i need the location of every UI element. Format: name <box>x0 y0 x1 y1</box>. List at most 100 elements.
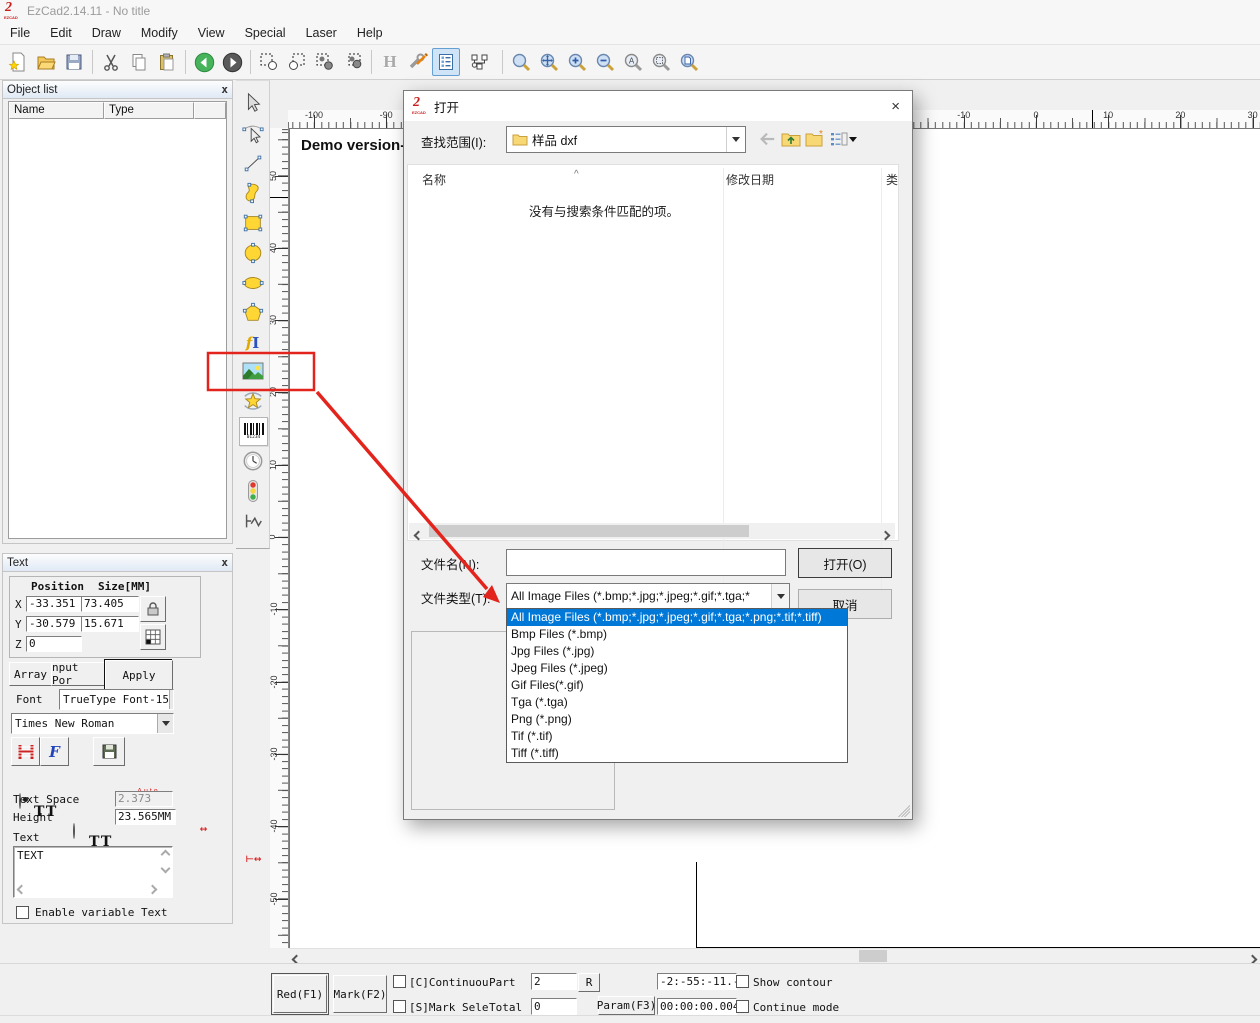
file-list-view[interactable]: 名称 ^ 修改日期 类 没有与搜索条件匹配的项。 <box>407 164 899 541</box>
bitmap-tool[interactable] <box>239 357 266 384</box>
file-type-option[interactable]: Jpg Files (*.jpg) <box>507 643 847 660</box>
char-space-center-radio[interactable] <box>73 823 75 839</box>
enable-variable-text-checkbox[interactable] <box>16 906 29 919</box>
dialog-title-bar[interactable]: 2 EZCAD 打开 × <box>404 91 912 121</box>
font-style-button[interactable]: F <box>40 737 69 766</box>
dialog-close-icon[interactable]: × <box>891 98 900 115</box>
save-font-params-button[interactable] <box>93 737 125 766</box>
nav-back-button[interactable] <box>756 128 778 150</box>
column-header-blank[interactable] <box>194 102 226 119</box>
text-panel-close-icon[interactable]: x <box>221 556 228 569</box>
ellipse-tool[interactable] <box>239 269 266 296</box>
font-name-dropdown-button[interactable] <box>157 714 173 733</box>
menu-file[interactable]: File <box>0 23 40 43</box>
hatch-button[interactable]: H <box>376 48 404 76</box>
input-port-button[interactable]: nput Por <box>51 662 105 686</box>
node-hierarchy-button[interactable] <box>466 48 494 76</box>
mark-button[interactable]: Mark(F2) <box>333 975 387 1013</box>
rectangle-tool[interactable] <box>239 209 266 236</box>
column-header-type[interactable]: Type <box>104 102 194 119</box>
menu-special[interactable]: Special <box>235 23 296 43</box>
scroll-right-icon[interactable] <box>148 885 158 895</box>
z-position-field[interactable]: 0 <box>26 636 82 652</box>
file-type-option[interactable]: Tga (*.tga) <box>507 694 847 711</box>
object-list-toggle-button[interactable] <box>432 48 460 76</box>
line-tool[interactable] <box>239 149 266 176</box>
curve-tool[interactable] <box>239 179 266 206</box>
menu-edit[interactable]: Edit <box>40 23 82 43</box>
show-contour-checkbox[interactable] <box>736 975 749 988</box>
object-list-table[interactable]: Name Type <box>8 101 227 539</box>
open-button[interactable] <box>32 48 60 76</box>
look-in-dropdown-button[interactable] <box>726 127 745 152</box>
x-size-field[interactable]: 73.405 <box>81 596 139 612</box>
scroll-down-icon[interactable] <box>161 864 171 874</box>
select-mode-1-button[interactable] <box>255 48 283 76</box>
new-folder-button[interactable]: * <box>804 128 826 150</box>
y-size-field[interactable]: 15.671 <box>81 616 139 632</box>
file-type-option[interactable]: Jpeg Files (*.jpeg) <box>507 660 847 677</box>
file-type-combobox[interactable]: All Image Files (*.bmp;*.jpg;*.jpeg;*.gi… <box>506 583 790 609</box>
total-count-field[interactable]: 0 <box>531 998 577 1015</box>
select-mode-3-button[interactable] <box>311 48 339 76</box>
file-type-option[interactable]: Gif Files(*.gif) <box>507 677 847 694</box>
file-type-option[interactable]: Bmp Files (*.bmp) <box>507 626 847 643</box>
select-tool[interactable] <box>239 89 266 116</box>
font-name-combobox[interactable]: Times New Roman <box>11 713 174 734</box>
red-light-button[interactable]: Red(F1) <box>273 975 327 1013</box>
zoom-page-button[interactable] <box>675 48 703 76</box>
barcode-tool[interactable]: 01234 <box>239 417 268 446</box>
zoom-normal-button[interactable] <box>507 48 535 76</box>
reset-count-button[interactable]: R <box>578 973 600 992</box>
file-name-input[interactable] <box>506 549 786 576</box>
scrollbar-thumb[interactable] <box>429 525 749 537</box>
circle-tool[interactable] <box>239 239 266 266</box>
zoom-pan-button[interactable] <box>535 48 563 76</box>
menu-help[interactable]: Help <box>347 23 393 43</box>
save-button[interactable] <box>60 48 88 76</box>
new-button[interactable] <box>4 48 32 76</box>
select-mode-2-button[interactable] <box>283 48 311 76</box>
select-mode-4-button[interactable] <box>339 48 367 76</box>
menu-laser[interactable]: Laser <box>296 23 347 43</box>
hatch-text-button[interactable] <box>11 737 40 766</box>
menu-view[interactable]: View <box>188 23 235 43</box>
file-type-option[interactable]: Tif (*.tif) <box>507 728 847 745</box>
file-type-option[interactable]: All Image Files (*.bmp;*.jpg;*.jpeg;*.gi… <box>507 609 847 626</box>
menu-draw[interactable]: Draw <box>82 23 131 43</box>
font-type-dropdown-button[interactable] <box>169 690 174 709</box>
node-edit-tool[interactable] <box>239 119 266 146</box>
input-port-tool[interactable] <box>239 507 266 534</box>
open-button[interactable]: 打开(O) <box>798 548 892 578</box>
zoom-in-button[interactable] <box>563 48 591 76</box>
scroll-left-icon[interactable] <box>415 528 422 542</box>
look-in-combobox[interactable]: 样品 dxf <box>506 126 746 153</box>
y-position-field[interactable]: -30.579 <box>26 616 82 632</box>
paste-button[interactable] <box>153 48 181 76</box>
column-header-name[interactable]: 名称 ^ <box>422 171 446 188</box>
column-header-name[interactable]: Name <box>9 102 104 119</box>
traffic-light-tool[interactable] <box>239 477 266 504</box>
anchor-grid-button[interactable] <box>140 624 166 650</box>
font-type-combobox[interactable]: TrueType Font-15 <box>59 689 174 710</box>
up-one-level-button[interactable] <box>780 128 802 150</box>
column-header-type[interactable]: 类 <box>886 171 898 188</box>
resize-grip[interactable] <box>898 805 910 817</box>
copy-button[interactable] <box>125 48 153 76</box>
scroll-up-icon[interactable] <box>161 850 171 860</box>
scrollbar-thumb[interactable] <box>859 950 887 962</box>
apply-button[interactable]: Apply <box>105 660 173 690</box>
zoom-all-button[interactable]: A <box>619 48 647 76</box>
x-position-field[interactable]: -33.351 <box>26 596 82 612</box>
text-tool[interactable]: fI <box>239 329 266 356</box>
polygon-tool[interactable] <box>239 299 266 326</box>
redo-button[interactable] <box>218 48 246 76</box>
cut-button[interactable] <box>97 48 125 76</box>
canvas-horizontal-scrollbar[interactable] <box>289 948 1260 963</box>
lock-aspect-button[interactable] <box>140 596 166 622</box>
file-type-option[interactable]: Tiff (*.tiff) <box>507 745 847 762</box>
part-count-field[interactable]: 2 <box>531 973 577 990</box>
mark-selected-checkbox[interactable] <box>393 1000 406 1013</box>
height-field[interactable]: 23.565MM <box>115 809 176 825</box>
array-button[interactable]: Array <box>9 662 52 686</box>
